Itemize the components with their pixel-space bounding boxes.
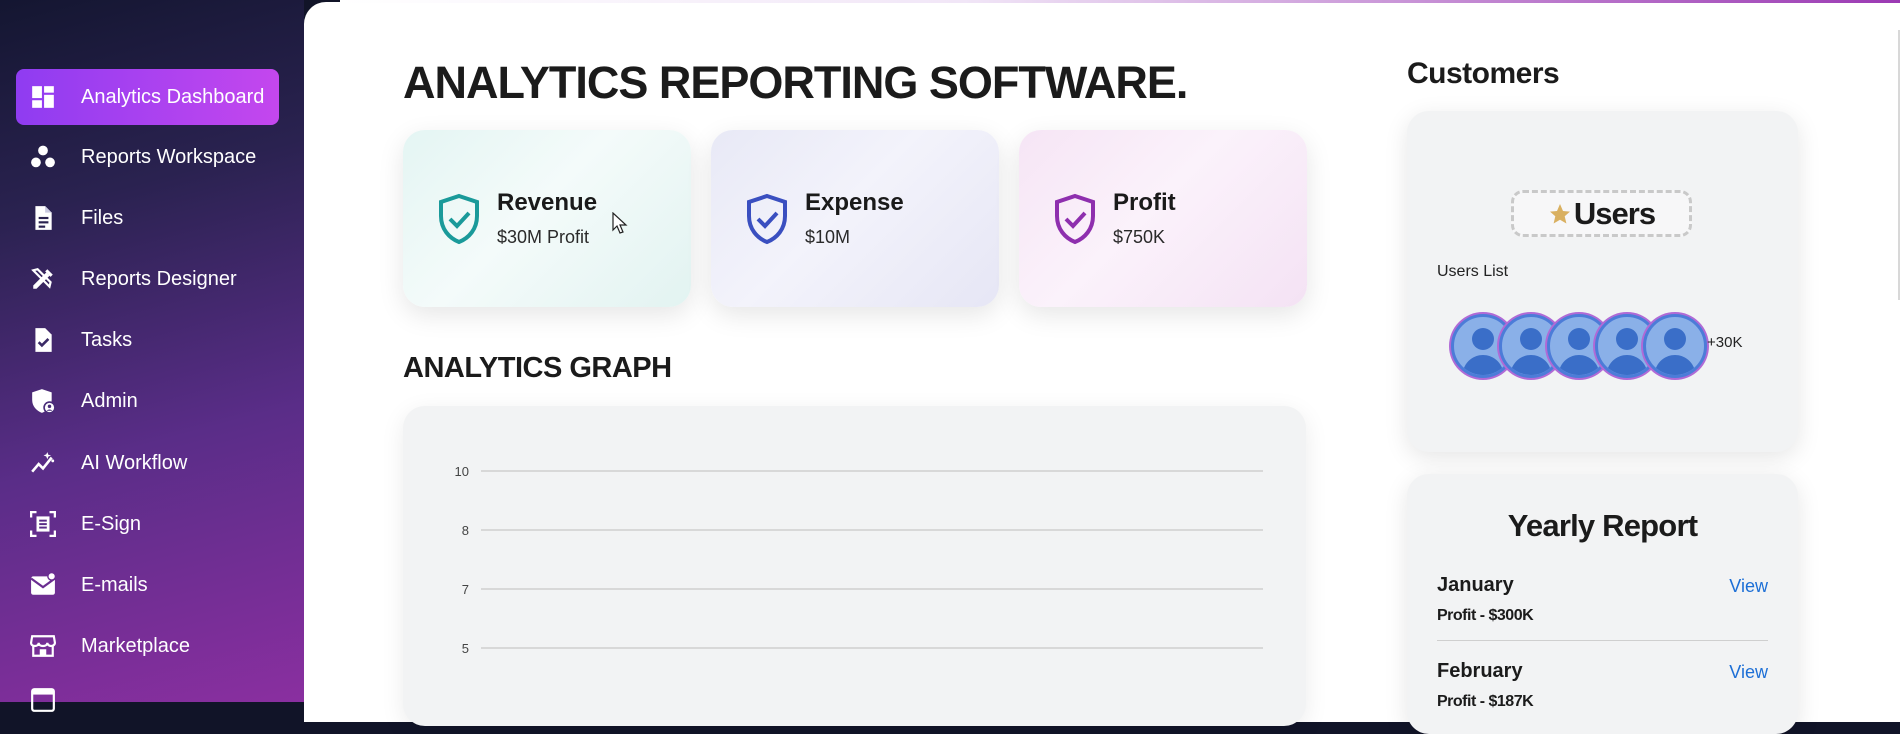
avatar[interactable] xyxy=(1643,314,1707,378)
esign-icon xyxy=(30,511,56,537)
extra-users-count: +30K xyxy=(1707,334,1743,351)
sidebar-item-label: Files xyxy=(81,206,124,229)
y-tick-label: 7 xyxy=(462,582,469,597)
designer-icon xyxy=(30,266,56,292)
divider xyxy=(1437,640,1768,641)
sidebar-item-reports-designer[interactable]: Reports Designer xyxy=(16,251,279,307)
view-link[interactable]: View xyxy=(1729,662,1768,683)
sidebar-item-ai-workflow[interactable]: AI Workflow xyxy=(16,435,279,491)
sidebar-item-label: E-mails xyxy=(81,573,148,596)
sidebar-item-label: Analytics Dashboard xyxy=(81,85,265,108)
workspace-icon xyxy=(30,144,56,170)
file-icon xyxy=(30,205,56,231)
page-title: ANALYTICS REPORTING SOFTWARE. xyxy=(403,57,1188,108)
ai-workflow-icon xyxy=(30,450,56,476)
dashboard-icon xyxy=(30,84,56,110)
expense-card[interactable]: Expense $10M xyxy=(711,130,999,307)
users-card: Users Users List +30K xyxy=(1407,111,1798,452)
sidebar-item-label: Reports Workspace xyxy=(81,145,257,168)
card-value: $30M Profit xyxy=(497,227,590,247)
sidebar-item-files[interactable]: Files xyxy=(16,190,279,246)
marketplace-icon xyxy=(30,633,56,659)
users-badge[interactable]: Users xyxy=(1511,190,1692,237)
y-tick-label: 10 xyxy=(455,464,469,479)
report-profit: Profit - $187K xyxy=(1437,693,1534,710)
y-tick-label: 5 xyxy=(462,641,469,656)
top-accent-line xyxy=(340,0,1900,3)
sidebar-item-e-mails[interactable]: E-mails xyxy=(16,557,279,613)
graph-title: ANALYTICS GRAPH xyxy=(403,352,672,384)
task-icon xyxy=(30,327,56,353)
sidebar-item-admin[interactable]: Admin xyxy=(16,373,279,429)
sidebar-item-label: Tasks xyxy=(81,328,133,351)
users-badge-label: Users xyxy=(1573,195,1656,231)
profit-card[interactable]: Profit $750K xyxy=(1019,130,1307,307)
sidebar-item-label: E-Sign xyxy=(81,512,142,535)
admin-shield-icon xyxy=(30,388,56,414)
card-title: Profit xyxy=(1113,189,1176,216)
users-list-label: Users List xyxy=(1437,263,1509,280)
card-title: Expense xyxy=(805,189,904,216)
card-value: $750K xyxy=(1113,227,1166,247)
user-avatar-icon xyxy=(1654,328,1696,375)
sidebar-item-label: Admin xyxy=(81,389,138,412)
mouse-cursor-icon xyxy=(612,212,628,234)
shield-check-icon xyxy=(747,193,787,244)
sidebar-item-reports-workspace[interactable]: Reports Workspace xyxy=(16,129,279,185)
customers-title: Customers xyxy=(1407,57,1560,90)
sidebar-item-label: Marketplace xyxy=(81,634,190,657)
sidebar: Analytics Dashboard Reports Workspace Fi… xyxy=(0,0,304,712)
report-month: February xyxy=(1437,660,1523,682)
view-link[interactable]: View xyxy=(1729,576,1768,597)
sidebar-item-label: Reports Designer xyxy=(81,267,237,290)
analytics-graph: 10 8 7 5 xyxy=(403,406,1306,726)
report-profit: Profit - $300K xyxy=(1437,607,1534,624)
shield-check-icon xyxy=(439,193,479,244)
report-icon xyxy=(30,687,56,713)
sidebar-item-marketplace[interactable]: Marketplace xyxy=(16,618,279,674)
sidebar-item-analytics-dashboard[interactable]: Analytics Dashboard xyxy=(16,69,279,125)
sidebar-item-e-sign[interactable]: E-Sign xyxy=(16,496,279,552)
star-icon xyxy=(1549,203,1570,223)
email-icon xyxy=(30,572,56,598)
card-title: Revenue xyxy=(497,189,598,216)
sidebar-item-label: AI Workflow xyxy=(81,451,188,474)
card-value: $10M xyxy=(805,227,851,247)
sidebar-item-tasks[interactable]: Tasks xyxy=(16,312,279,368)
report-month: January xyxy=(1437,574,1514,596)
yearly-report-title: Yearly Report xyxy=(1507,508,1698,543)
shield-check-icon xyxy=(1055,193,1095,244)
revenue-card[interactable]: Revenue $30M Profit xyxy=(403,130,691,307)
analytics-chart: 10 8 7 5 xyxy=(455,464,1263,656)
sidebar-item-partial[interactable] xyxy=(16,680,279,720)
yearly-report-card: Yearly Report January View Profit - $300… xyxy=(1407,474,1798,734)
y-tick-label: 8 xyxy=(462,523,469,538)
